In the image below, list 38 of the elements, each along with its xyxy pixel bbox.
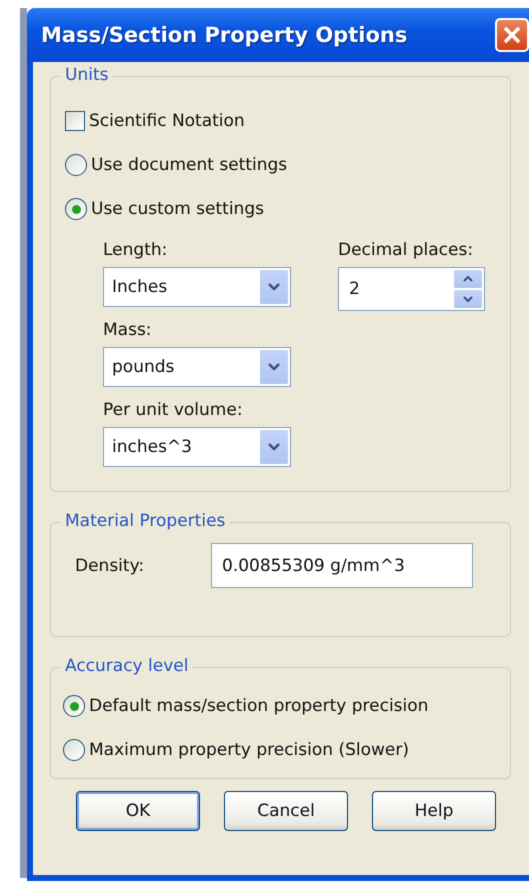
dialog-button[interactable]: Cancel: [224, 791, 348, 831]
spin-down-button[interactable]: [454, 290, 482, 308]
field-label: Length:: [103, 239, 168, 262]
dialog-button[interactable]: OK: [76, 791, 200, 831]
option-label: Default mass/section property precision: [89, 696, 428, 716]
checkbox[interactable]: [65, 111, 85, 131]
option-label: Use document settings: [91, 155, 288, 175]
density-field[interactable]: 0.00855309 g/mm^3: [211, 543, 473, 588]
close-button[interactable]: [495, 18, 529, 52]
group-title: Material Properties: [61, 511, 230, 531]
chevron-down-icon: [462, 295, 474, 303]
radio-button[interactable]: [65, 198, 87, 220]
checkbox-label: Scientific Notation: [89, 111, 245, 131]
field-label: Per unit volume:: [103, 399, 244, 422]
length-dropdown[interactable]: Inches: [103, 267, 291, 307]
option-label: Maximum property precision (Slower): [89, 740, 409, 760]
spin-up-button[interactable]: [454, 270, 482, 288]
radio-button[interactable]: [63, 695, 85, 717]
option-label: Use custom settings: [91, 199, 264, 219]
radio-button[interactable]: [63, 739, 85, 761]
volume-dropdown[interactable]: inches^3: [103, 427, 291, 467]
field-label: Mass:: [103, 319, 153, 342]
chevron-down-icon: [267, 442, 281, 452]
field-label: Decimal places:: [338, 239, 474, 262]
field-label: Density:: [75, 554, 146, 578]
close-icon: [502, 25, 522, 45]
decimal-places-spinner[interactable]: 2: [338, 267, 485, 311]
chevron-up-icon: [462, 275, 474, 283]
group-title: Accuracy level: [61, 656, 192, 676]
window-title: Mass/Section Property Options: [41, 23, 408, 47]
dropdown-button[interactable]: [260, 270, 288, 304]
dropdown-button[interactable]: [260, 350, 288, 384]
dialog-button[interactable]: Help: [372, 791, 496, 831]
radio-button[interactable]: [65, 154, 87, 176]
mass-dropdown[interactable]: pounds: [103, 347, 291, 387]
chevron-down-icon: [267, 282, 281, 292]
chevron-down-icon: [267, 362, 281, 372]
dropdown-button[interactable]: [260, 430, 288, 464]
